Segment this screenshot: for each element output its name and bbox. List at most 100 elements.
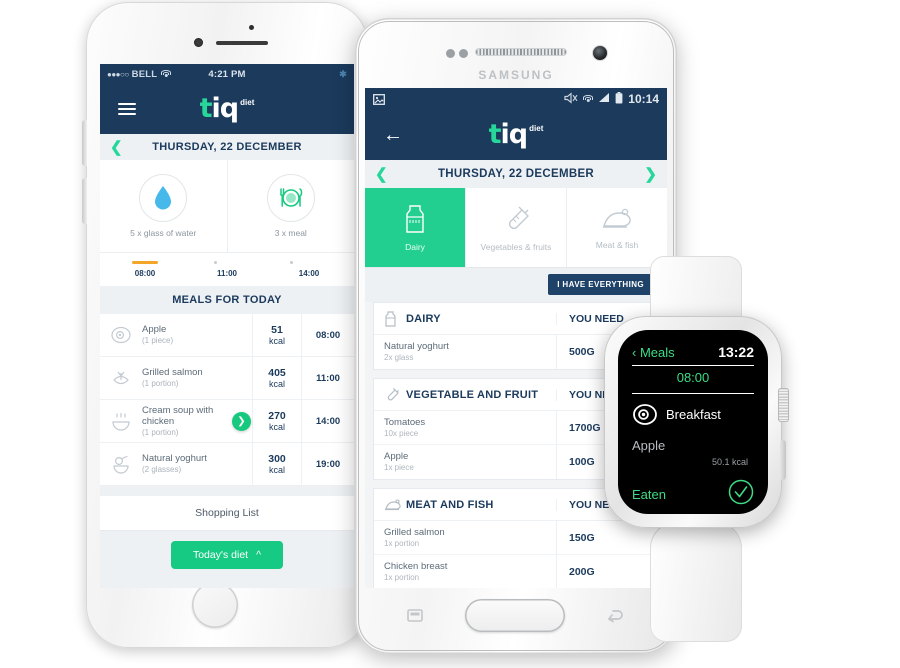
meal-kcal-unit: kcal xyxy=(268,422,285,432)
meal-portion: (1 portion) xyxy=(142,427,179,437)
samsung-sensor xyxy=(446,49,455,58)
watch-eaten-row[interactable]: Eaten xyxy=(632,479,754,510)
meal-kcal-unit: kcal xyxy=(268,465,285,475)
table-row[interactable]: Apple (1 piece) 51 kcal 08:00 xyxy=(100,314,354,357)
timeline-dot xyxy=(290,261,293,264)
device-showcase: ●●●○○ BELL 4:21 PM ✱ t iq diet ❮ THURSDA… xyxy=(0,0,900,668)
watch-band-bottom xyxy=(650,522,742,642)
roast-chicken-icon xyxy=(603,208,631,228)
meal-timeline[interactable]: 08:00 11:00 14:00 xyxy=(100,252,354,286)
milk-carton-icon xyxy=(384,310,406,327)
current-date-label: THURSDAY, 22 DECEMBER xyxy=(437,168,595,180)
iphone-home-button[interactable] xyxy=(192,582,238,628)
table-row[interactable]: Cream soup with chicken (1 portion) ❯ 27… xyxy=(100,400,354,443)
samsung-app-navbar: ← t iq diet xyxy=(365,110,667,160)
tab-label: Meat & fish xyxy=(595,239,639,250)
samsung-sensor xyxy=(459,49,468,58)
item-name: Apple xyxy=(384,451,409,462)
digital-crown[interactable] xyxy=(778,388,789,422)
table-row[interactable]: Grilled salmon (1 portion) 405 kcal 11:0… xyxy=(100,357,354,400)
watch-side-button[interactable] xyxy=(780,440,786,480)
battery-icon xyxy=(615,91,623,107)
meals-section-title: MEALS FOR TODAY xyxy=(100,286,354,314)
check-circle-icon[interactable] xyxy=(728,479,754,510)
recent-apps-icon[interactable] xyxy=(407,609,423,622)
arrow-left-icon[interactable]: ← xyxy=(383,125,403,145)
iphone-date-bar: ❮ THURSDAY, 22 DECEMBER xyxy=(100,134,354,160)
watch-item-kcal: 50.1 kcal xyxy=(711,457,748,467)
meal-kcal-value: 405 xyxy=(268,367,286,379)
table-row[interactable]: Natural yoghurt (2 glasses) 300 kcal 19:… xyxy=(100,443,354,486)
summary-circle xyxy=(139,174,188,222)
timeline-tick: 14:00 xyxy=(298,269,320,278)
watch-case: ‹ Meals 13:22 08:00 Breakfast Apple 50.1… xyxy=(604,316,789,528)
watch-meal-header: Breakfast xyxy=(632,403,754,426)
current-date-label: THURSDAY, 22 DECEMBER xyxy=(152,141,302,153)
daily-summary: 5 x glass of water 3 x meal xyxy=(100,160,354,252)
watch-meal-title: Breakfast xyxy=(666,407,721,422)
section-title: DAIRY xyxy=(406,312,441,325)
iphone-device: ●●●○○ BELL 4:21 PM ✱ t iq diet ❮ THURSDA… xyxy=(82,2,368,648)
watch-item-name: Apple xyxy=(632,438,666,453)
summary-water-label: 5 x glass of water xyxy=(130,228,197,238)
logo-iq-glyph: iq xyxy=(500,119,529,150)
section-title: VEGETABLE AND FRUIT xyxy=(406,388,539,401)
hamburger-menu-icon[interactable] xyxy=(118,100,136,119)
summary-meals[interactable]: 3 x meal xyxy=(228,160,355,252)
tab-vegetables-fruits[interactable]: Vegetables & fruits xyxy=(466,188,567,267)
fish-icon xyxy=(100,368,142,388)
chevron-left-icon: ‹ xyxy=(632,344,637,360)
todays-diet-button[interactable]: Today's diet ^ xyxy=(170,541,284,569)
meal-kcal-unit: kcal xyxy=(268,379,285,389)
meal-time: 08:00 xyxy=(315,329,341,341)
meal-calories-cell: 270 kcal xyxy=(252,400,302,442)
divider xyxy=(632,365,754,366)
category-tabs: Dairy Vegetables & fruits Meat & fish xyxy=(365,188,667,268)
meal-calories-cell: 300 kcal xyxy=(252,443,302,485)
mute-icon xyxy=(564,91,578,107)
summary-water[interactable]: 5 x glass of water xyxy=(100,160,228,252)
back-arrow-icon[interactable] xyxy=(607,609,625,623)
iphone-front-camera xyxy=(194,38,203,47)
meal-name: Apple xyxy=(142,324,167,335)
todays-diet-label: Today's diet xyxy=(192,549,249,561)
tab-meat-fish[interactable]: Meat & fish xyxy=(567,188,667,267)
meal-calories-cell: 405 kcal xyxy=(252,357,302,399)
meal-portion: (2 glasses) xyxy=(142,465,182,474)
watch-clock: 13:22 xyxy=(718,344,754,360)
soup-icon xyxy=(100,411,142,431)
item-portion: 10x piece xyxy=(384,428,419,438)
milk-carton-icon xyxy=(406,204,424,233)
timeline-progress xyxy=(132,261,158,264)
app-logo: t iq diet xyxy=(200,95,255,122)
watch-back-label: Meals xyxy=(639,344,675,360)
timeline-tick: 08:00 xyxy=(134,269,156,278)
wifi-icon xyxy=(583,95,594,103)
samsung-home-button[interactable] xyxy=(465,599,565,632)
item-name-cell: Natural yoghurt 2x glass xyxy=(384,341,556,363)
section-title: MEAT AND FISH xyxy=(406,498,494,511)
timeline-track xyxy=(100,261,354,264)
app-logo: t iq diet xyxy=(489,119,544,150)
meal-go-button[interactable]: ❯ xyxy=(232,411,251,431)
meal-name: Grilled salmon xyxy=(142,367,203,378)
roast-chicken-icon xyxy=(384,498,406,512)
egg-icon xyxy=(633,404,657,425)
iphone-sensor xyxy=(249,25,254,30)
shopping-list-button[interactable]: Shopping List xyxy=(100,496,354,531)
meals-list: Apple (1 piece) 51 kcal 08:00 Grilled sa… xyxy=(100,314,354,486)
iphone-screen: ●●●○○ BELL 4:21 PM ✱ t iq diet ❮ THURSDA… xyxy=(100,64,354,588)
meal-name-cell: Natural yoghurt (2 glasses) xyxy=(142,453,252,475)
meal-name: Natural yoghurt xyxy=(142,453,207,464)
meal-name-cell: Grilled salmon (1 portion) xyxy=(142,367,252,389)
egg-icon xyxy=(100,325,142,345)
meal-calories-cell: 51 kcal xyxy=(252,314,302,356)
ios-status-bar: ●●●○○ BELL 4:21 PM ✱ xyxy=(100,64,354,84)
logo-subtitle: diet xyxy=(240,98,255,107)
meal-time: 14:00 xyxy=(315,415,341,427)
summary-circle xyxy=(266,174,315,222)
item-portion: 1x portion xyxy=(384,573,420,582)
tab-dairy[interactable]: Dairy xyxy=(365,188,466,267)
watch-back-button[interactable]: ‹ Meals xyxy=(632,345,675,360)
image-icon xyxy=(373,93,385,105)
